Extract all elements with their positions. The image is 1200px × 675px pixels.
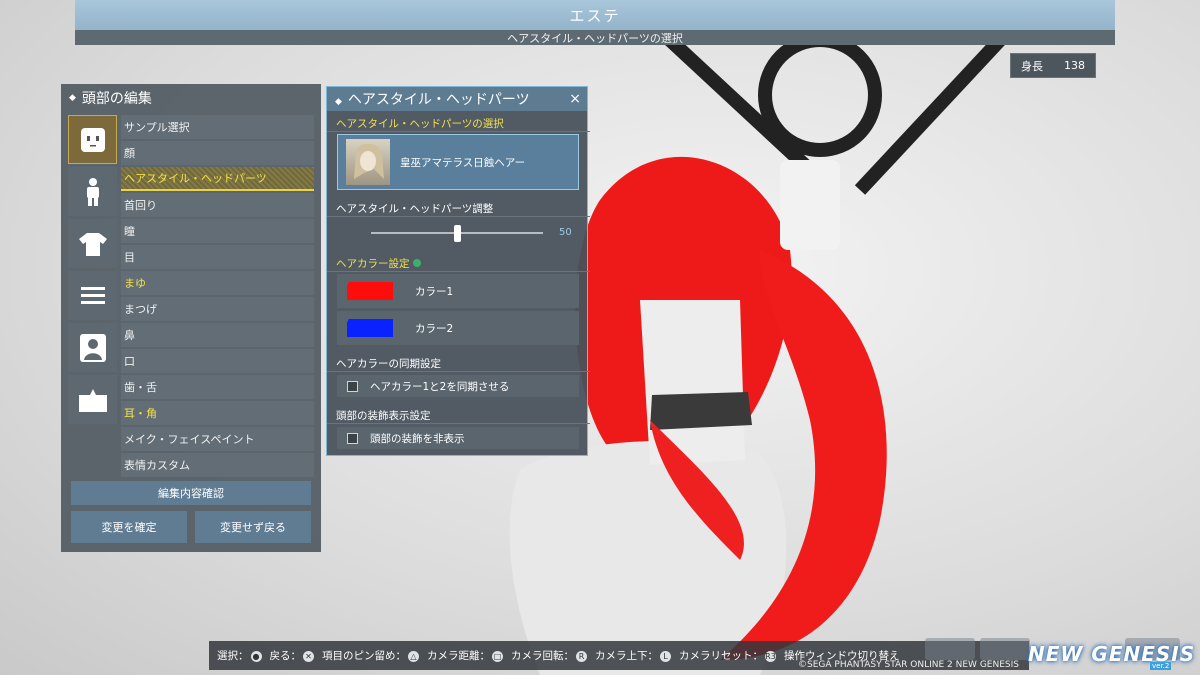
folder-icon[interactable] (68, 375, 117, 424)
slider-knob[interactable] (453, 225, 461, 242)
controller-button-icon: L (660, 651, 671, 662)
color-2-label: カラー2 (415, 322, 454, 335)
hair-color-section-label: ヘアカラー設定 (327, 255, 590, 272)
sync-section-label: ヘアカラーの同期設定 (327, 355, 590, 372)
sync-checkbox[interactable] (347, 380, 358, 392)
help-item-label: カメラ回転： (511, 650, 574, 662)
selected-hair-item[interactable]: 皇巫アマテラス日蝕ヘアー (337, 134, 579, 190)
controller-button-icon: □ (492, 651, 503, 662)
menu-item[interactable]: 耳・角 (121, 401, 314, 425)
hair-adjust-slider[interactable]: 50 (371, 225, 572, 242)
portrait-icon[interactable] (68, 323, 117, 372)
color-2-row[interactable]: カラー2 (337, 311, 579, 345)
help-item: 選択： ● (217, 648, 262, 663)
controller-button-icon: R3 (765, 651, 776, 662)
panel-title: ◆ 頭部の編集 (61, 84, 321, 112)
controller-button-icon: ● (250, 651, 262, 662)
ornament-checkbox-label: 頭部の装飾を非表示 (370, 432, 465, 445)
diamond-icon: ◆ (69, 93, 76, 103)
help-item-label: カメラリセット： (679, 650, 763, 662)
controller-button-icon: ✕ (303, 651, 314, 662)
diamond-icon: ◆ (335, 97, 342, 107)
copyright-text: ©SEGA PHANTASY STAR ONLINE 2 NEW GENESIS (798, 660, 1019, 670)
menu-item[interactable]: ヘアスタイル・ヘッドパーツ (121, 167, 314, 191)
confirm-changes-button[interactable]: 変更を確定 (71, 511, 187, 543)
hairstyle-panel-title-text: ヘアスタイル・ヘッドパーツ (347, 92, 530, 108)
ornament-checkbox[interactable] (347, 432, 358, 444)
menu-item[interactable]: サンプル選択 (121, 115, 314, 139)
hair-select-section-label: ヘアスタイル・ヘッドパーツの選択 (327, 115, 590, 132)
sync-colors-option[interactable]: ヘアカラー1と2を同期させる (337, 375, 579, 397)
controller-button-icon: △ (408, 651, 419, 662)
review-changes-button[interactable]: 編集内容確認 (71, 481, 311, 505)
screen-title: エステ (75, 0, 1115, 30)
height-readout: 身長 138 (1010, 53, 1096, 78)
menu-item[interactable]: まゆ (121, 271, 314, 295)
menu-item[interactable]: まつげ (121, 297, 314, 321)
help-item-label: 項目のピン留め： (322, 650, 406, 662)
help-item-label: 選択： (217, 650, 249, 662)
help-item: カメラ回転： R (511, 648, 587, 663)
menu-item[interactable]: 首回り (121, 193, 314, 217)
controller-hint-r1 (980, 638, 1030, 660)
help-item-label: カメラ距離： (427, 650, 490, 662)
panel-title-text: 頭部の編集 (81, 91, 152, 107)
palette-icon (412, 259, 421, 267)
ornament-section-label: 頭部の装飾表示設定 (327, 407, 590, 424)
menu-list: サンプル選択顔ヘアスタイル・ヘッドパーツ 首回り瞳目まゆ まつげ鼻口歯・舌 耳・角 メイ… (121, 115, 314, 479)
face-icon[interactable] (68, 115, 117, 164)
help-item: カメラ距離： □ (427, 648, 503, 663)
category-icon-column (68, 115, 117, 427)
hide-ornament-option[interactable]: 頭部の装飾を非表示 (337, 427, 579, 449)
menu-item[interactable]: 表情カスタム (121, 453, 314, 477)
game-version-badge: ver.2 (1150, 662, 1172, 670)
menu-item[interactable]: 口 (121, 349, 314, 373)
color-1-row[interactable]: カラー1 (337, 274, 579, 308)
cancel-changes-button[interactable]: 変更せず戻る (195, 511, 311, 543)
help-item: カメラ上下： L (595, 648, 671, 663)
height-label: 身長 (1021, 59, 1043, 73)
color-1-label: カラー1 (415, 285, 454, 298)
menu-item[interactable]: 目 (121, 245, 314, 269)
hair-thumbnail (346, 139, 390, 185)
controller-button-icon: R (576, 651, 587, 662)
body-icon[interactable] (68, 167, 117, 216)
height-value: 138 (1064, 59, 1085, 72)
shirt-icon[interactable] (68, 219, 117, 268)
help-item: 戻る： ✕ (269, 648, 314, 663)
head-edit-panel: ◆ 頭部の編集 サンプル選択顔ヘアスタイル・ヘッドパーツ 首回り瞳目まゆ まつげ鼻口… (61, 84, 321, 552)
hairstyle-panel: ◆ ヘアスタイル・ヘッドパーツ × ヘアスタイル・ヘッドパーツの選択 皇巫アマテラ… (326, 86, 590, 456)
sync-checkbox-label: ヘアカラー1と2を同期させる (370, 380, 510, 393)
color-1-swatch[interactable] (347, 282, 393, 300)
hair-adjust-section-label: ヘアスタイル・ヘッドパーツ調整 (327, 200, 590, 217)
help-item: 項目のピン留め： △ (322, 648, 419, 663)
menu-icon[interactable] (68, 271, 117, 320)
menu-item[interactable]: 瞳 (121, 219, 314, 243)
screen-subtitle: ヘアスタイル・ヘッドパーツの選択 (75, 30, 1115, 45)
help-item-label: カメラ上下： (595, 650, 658, 662)
color-2-swatch[interactable] (347, 319, 393, 337)
menu-item[interactable]: 鼻 (121, 323, 314, 347)
selected-hair-name: 皇巫アマテラス日蝕ヘアー (400, 156, 526, 169)
slider-value: 50 (559, 227, 572, 238)
menu-item[interactable]: メイク・フェイスペイント (121, 427, 314, 451)
menu-item[interactable]: 歯・舌 (121, 375, 314, 399)
controller-hint-l1 (925, 638, 975, 660)
help-item: カメラリセット： R3 (679, 648, 776, 663)
collar (650, 392, 752, 430)
menu-item[interactable]: 顔 (121, 141, 314, 165)
close-icon[interactable]: × (569, 91, 581, 107)
ornament-clip (780, 160, 840, 250)
hairstyle-panel-title: ◆ ヘアスタイル・ヘッドパーツ × (327, 87, 587, 111)
help-item-label: 戻る： (269, 650, 302, 662)
